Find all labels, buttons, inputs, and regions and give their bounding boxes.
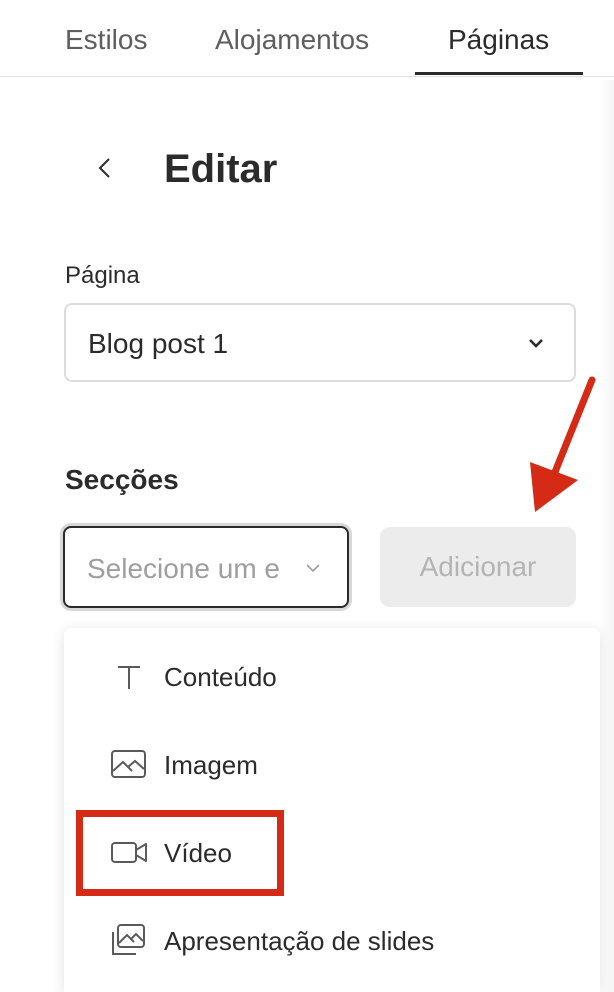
panel-edge-shadow — [600, 80, 614, 992]
page-select-value: Blog post 1 — [88, 328, 229, 359]
section-select[interactable]: Selecione um e — [63, 526, 349, 608]
page-select[interactable]: Blog post 1 — [64, 303, 576, 382]
menu-item-label: Apresentação de slides — [164, 926, 435, 956]
video-highlight-annotation — [76, 810, 284, 896]
menu-item-label: Imagem — [164, 750, 258, 780]
add-section-button[interactable]: Adicionar — [380, 527, 576, 607]
menu-item-label: Conteúdo — [164, 662, 277, 692]
image-icon — [111, 750, 146, 778]
chevron-left-icon — [98, 158, 110, 178]
active-tab-indicator — [415, 72, 583, 75]
red-arrow-annotation — [530, 376, 596, 512]
page-field-label: Página — [65, 262, 140, 289]
sections-label: Secções — [65, 464, 179, 495]
menu-item-apresentacao-de-slides[interactable]: Apresentação de slides — [64, 906, 600, 976]
tab-paginas[interactable]: Páginas — [448, 22, 549, 58]
slideshow-icon — [112, 924, 145, 955]
add-section-button-label: Adicionar — [419, 551, 537, 582]
menu-item-imagem[interactable]: Imagem — [64, 730, 600, 800]
chevron-down-icon — [306, 564, 320, 573]
back-button[interactable] — [92, 150, 120, 186]
text-icon — [118, 666, 140, 689]
tab-estilos[interactable]: Estilos — [65, 22, 147, 58]
tab-alojamentos[interactable]: Alojamentos — [215, 22, 369, 58]
page-title: Editar — [164, 147, 278, 191]
tab-bar: Estilos Alojamentos Páginas — [0, 0, 614, 77]
menu-item-conteudo[interactable]: Conteúdo — [64, 642, 600, 712]
section-select-placeholder: Selecione um e — [87, 553, 281, 584]
chevron-down-icon — [529, 339, 543, 348]
